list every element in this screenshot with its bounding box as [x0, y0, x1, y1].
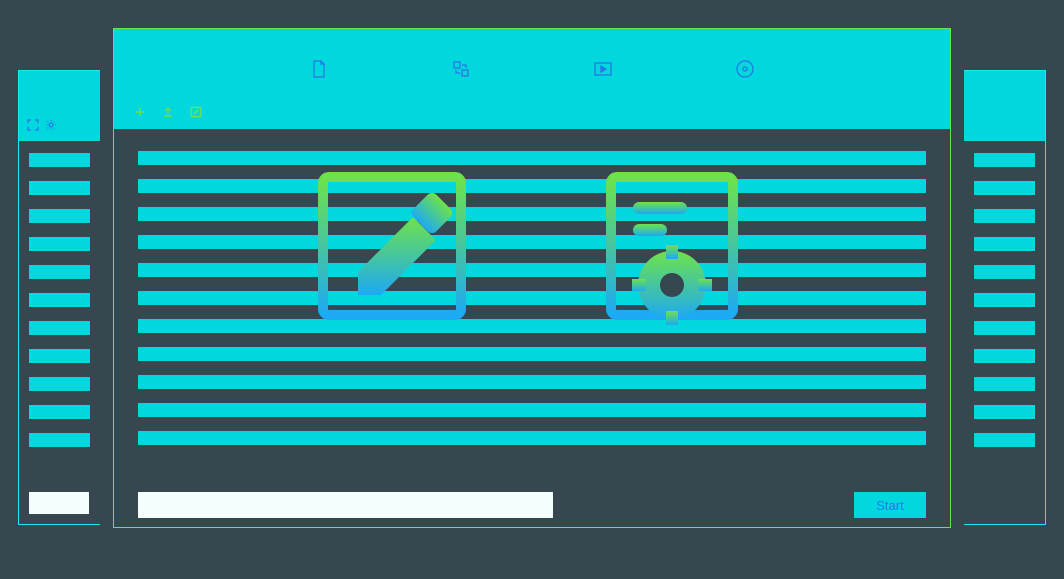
add-icon[interactable] — [134, 105, 146, 117]
list-item — [138, 207, 926, 221]
list-item — [974, 293, 1035, 307]
edit-icon[interactable] — [190, 105, 202, 117]
list-item — [138, 375, 926, 389]
start-button[interactable]: Start — [854, 492, 926, 518]
list-item — [974, 209, 1035, 223]
tab-disc[interactable] — [735, 59, 755, 79]
list-item — [138, 291, 926, 305]
footer: Start — [114, 483, 950, 527]
header — [114, 29, 950, 129]
list-item — [29, 153, 90, 167]
list-item — [974, 405, 1035, 419]
edit-card-icon[interactable] — [313, 167, 471, 325]
list-item — [29, 209, 90, 223]
list-item — [29, 405, 90, 419]
list-item — [29, 293, 90, 307]
upload-icon[interactable] — [162, 105, 174, 117]
list-item — [29, 349, 90, 363]
path-input[interactable] — [138, 492, 553, 518]
list-item — [29, 377, 90, 391]
list-item — [29, 321, 90, 335]
expand-icon — [27, 119, 39, 131]
list-item — [138, 403, 926, 417]
list-item — [138, 431, 926, 445]
list-item — [29, 265, 90, 279]
list-item — [974, 237, 1035, 251]
background-window-right — [964, 70, 1046, 525]
list-item — [974, 181, 1035, 195]
list-item — [974, 265, 1035, 279]
list-item — [974, 349, 1035, 363]
list-item — [29, 237, 90, 251]
list-item — [974, 321, 1035, 335]
list-item — [29, 181, 90, 195]
list-item — [974, 433, 1035, 447]
list-item — [138, 263, 926, 277]
input-field[interactable] — [29, 492, 89, 514]
list-item — [138, 235, 926, 249]
list-item — [138, 179, 926, 193]
settings-card-icon[interactable] — [593, 167, 751, 325]
list-item — [138, 319, 926, 333]
main-window: Start — [113, 28, 951, 528]
gear-icon — [45, 119, 57, 131]
list-item — [29, 433, 90, 447]
list-item — [974, 377, 1035, 391]
content-area — [114, 129, 950, 483]
list-item — [138, 151, 926, 165]
list-item — [974, 153, 1035, 167]
background-window-left — [18, 70, 100, 525]
list-item — [138, 347, 926, 361]
tab-video[interactable] — [593, 59, 613, 79]
tab-document[interactable] — [309, 59, 329, 79]
tab-convert[interactable] — [451, 59, 471, 79]
